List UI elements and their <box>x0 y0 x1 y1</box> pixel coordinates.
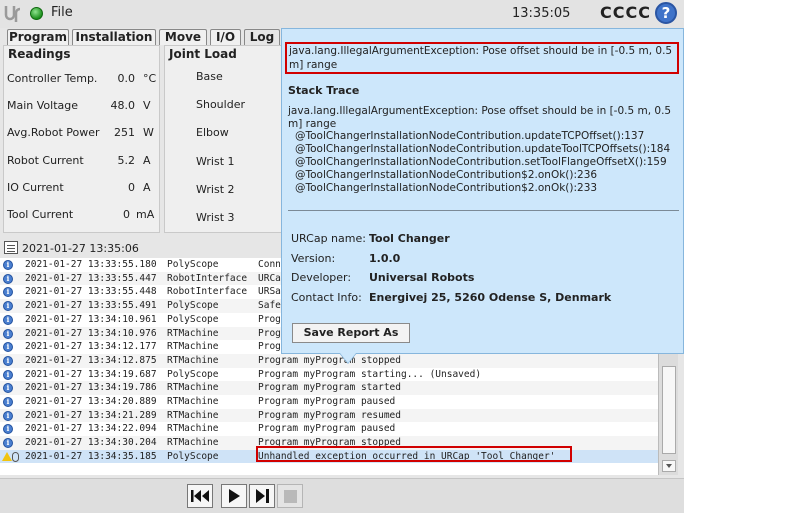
popup-tail <box>340 353 356 363</box>
step-icon <box>256 489 269 503</box>
scrollbar-thumb[interactable] <box>662 366 676 454</box>
developer-value: Universal Robots <box>369 271 475 284</box>
info-icon: i <box>3 369 13 380</box>
exception-headline: java.lang.IllegalArgumentException: Pose… <box>289 45 673 71</box>
log-row[interactable]: i 2021-01-27 13:34:12.875 RTMachine Prog… <box>0 353 658 368</box>
reading-avg-robot-power: Avg.Robot Power 251 W <box>7 126 154 139</box>
log-row[interactable]: i 2021-01-27 13:34:19.687 PolyScope Prog… <box>0 368 658 382</box>
rewind-icon <box>191 490 209 502</box>
exception-headline-highlight: java.lang.IllegalArgumentException: Pose… <box>285 42 679 74</box>
tab-move[interactable]: Move <box>159 29 207 45</box>
info-icon: i <box>3 397 13 407</box>
info-icon: i <box>3 287 13 298</box>
stack-trace-line: @ToolChangerInstallationNodeContribution… <box>295 130 645 142</box>
robot-status-icon[interactable] <box>30 7 43 20</box>
footer-bar <box>0 478 684 513</box>
info-icon: i <box>3 273 13 284</box>
info-icon: i <box>3 424 13 435</box>
tab-installation[interactable]: Installation <box>72 29 156 45</box>
log-row[interactable]: i 2021-01-27 13:34:21.289 RTMachine Prog… <box>0 408 658 423</box>
info-icon: i <box>3 301 13 312</box>
joint-elbow-label: Elbow <box>196 126 229 139</box>
log-row[interactable]: i 2021-01-27 13:34:19.786 RTMachine Prog… <box>0 381 658 395</box>
help-icon[interactable]: ? <box>655 2 677 24</box>
joint-shoulder-label: Shoulder <box>196 98 245 111</box>
warning-icon <box>2 451 12 461</box>
reading-controller-temp: Controller Temp. 0.0 °C <box>7 72 157 85</box>
urcap-name-value: Tool Changer <box>369 232 450 245</box>
joint-wrist2-label: Wrist 2 <box>196 183 235 196</box>
info-icon: i <box>3 314 13 325</box>
urcap-name-label: URCap name: <box>291 232 366 245</box>
tab-io[interactable]: I/O <box>210 29 241 45</box>
stack-trace-message: java.lang.IllegalArgumentException: Pose… <box>288 105 672 130</box>
version-label: Version: <box>291 252 336 265</box>
contact-info-value: Energivej 25, 5260 Odense S, Denmark <box>369 291 612 304</box>
readings-title: Readings <box>8 47 71 61</box>
reading-main-voltage: Main Voltage 48.0 V <box>7 99 151 112</box>
stack-trace-line: @ToolChangerInstallationNodeContribution… <box>295 169 598 181</box>
stop-button[interactable] <box>277 484 303 508</box>
joint-base-label: Base <box>196 70 223 83</box>
reading-io-current: IO Current 0 A <box>7 181 151 194</box>
attachment-icon <box>12 451 19 462</box>
info-icon: i <box>3 328 13 339</box>
joint-wrist1-label: Wrist 1 <box>196 155 235 168</box>
version-value: 1.0.0 <box>369 252 401 265</box>
log-row[interactable]: i 2021-01-27 13:34:22.094 RTMachine Prog… <box>0 422 658 436</box>
ur-logo <box>4 6 21 22</box>
tab-program[interactable]: Program <box>7 29 69 45</box>
stack-trace-line: @ToolChangerInstallationNodeContribution… <box>295 182 598 194</box>
save-report-button[interactable]: Save Report As <box>292 323 410 343</box>
header-bar: File 13:35:05 CCCC ? <box>0 0 684 28</box>
popup-divider <box>288 210 679 211</box>
stack-trace-title: Stack Trace <box>288 84 360 97</box>
clock: 13:35:05 <box>512 6 571 21</box>
error-message-highlight <box>256 446 572 462</box>
exception-details-popup: java.lang.IllegalArgumentException: Pose… <box>281 28 684 354</box>
contact-info-label: Contact Info: <box>291 291 362 304</box>
info-icon: i <box>3 260 13 270</box>
log-stamp-icon <box>4 241 18 254</box>
play-button[interactable] <box>221 484 247 508</box>
log-row[interactable]: i 2021-01-27 13:34:20.889 RTMachine Prog… <box>0 395 658 409</box>
readings-panel: Readings Controller Temp. 0.0 °C Main Vo… <box>3 45 160 233</box>
info-icon: i <box>3 342 13 353</box>
joint-load-panel: Joint Load Base Shoulder Elbow Wrist 1 W… <box>164 45 282 233</box>
info-icon: i <box>3 383 13 394</box>
reading-tool-current: Tool Current 0 mA <box>7 208 155 221</box>
robot-name: CCCC <box>600 3 651 22</box>
info-icon: i <box>3 410 13 421</box>
stack-trace-line: @ToolChangerInstallationNodeContribution… <box>295 143 671 155</box>
tab-log[interactable]: Log <box>244 29 280 45</box>
info-icon: i <box>3 355 13 366</box>
developer-label: Developer: <box>291 271 352 284</box>
info-icon: i <box>3 438 13 449</box>
stack-trace-line: @ToolChangerInstallationNodeContribution… <box>295 156 667 168</box>
stop-icon <box>284 490 297 503</box>
play-icon <box>229 489 240 503</box>
log-timestamp: 2021-01-27 13:35:06 <box>22 242 139 255</box>
rewind-button[interactable] <box>187 484 213 508</box>
joint-wrist3-label: Wrist 3 <box>196 211 235 224</box>
reading-robot-current: Robot Current 5.2 A <box>7 154 151 167</box>
step-button[interactable] <box>249 484 275 508</box>
joint-load-title: Joint Load <box>169 47 237 61</box>
scroll-down-icon[interactable] <box>662 460 676 472</box>
file-menu[interactable]: File <box>51 5 73 20</box>
